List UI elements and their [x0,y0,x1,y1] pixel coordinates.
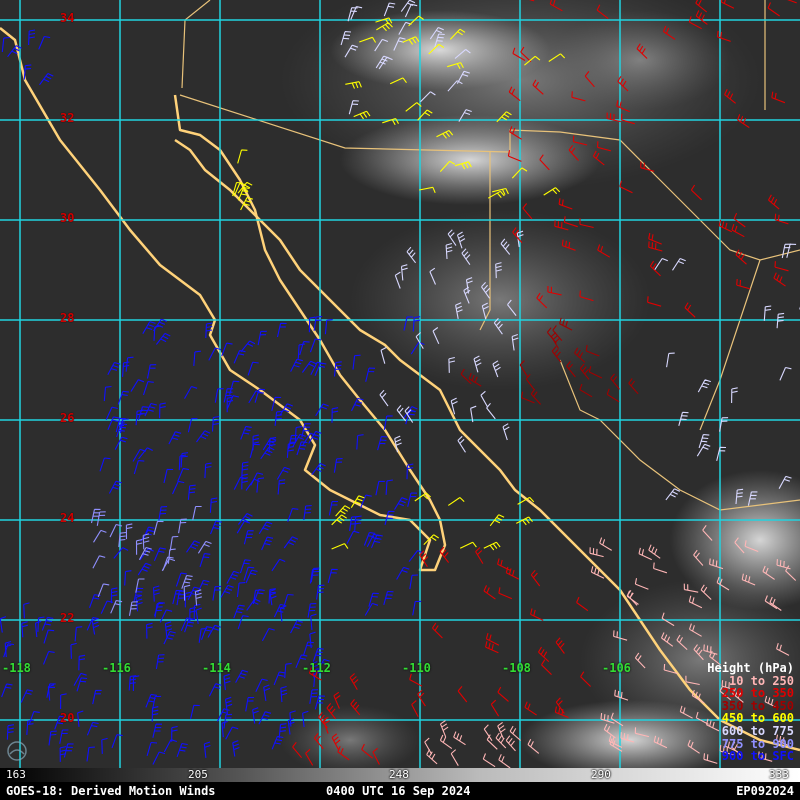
lat-label: 30 [60,211,75,225]
lat-label: 28 [60,311,75,325]
legend-entry: 900 to SFC [721,749,794,764]
height-legend: Height (hPa) 10 to 250 250 to 350 350 to… [707,662,794,763]
colorbar-tick: 290 [591,768,611,781]
satellite-map-viewer: 34 32 30 28 26 24 22 20 -118 -116 -114 -… [0,0,800,800]
noaa-logo-icon [7,741,27,761]
colorbar-tick: 333 [769,768,789,781]
lon-label: -108 [502,661,531,675]
lat-label: 26 [60,411,75,425]
lon-label: -112 [302,661,331,675]
lon-label: -118 [2,661,31,675]
lat-label: 32 [60,111,75,125]
image-footer: GOES-18: Derived Motion Winds 0400 UTC 1… [0,782,800,800]
satellite-wind-map [0,0,800,768]
legend-title: Height (hPa) [707,661,794,675]
lat-label: 24 [60,511,75,525]
storm-id: EP092024 [736,784,794,798]
colorbar-tick: 248 [389,768,409,781]
lat-label: 22 [60,611,75,625]
lon-label: -116 [102,661,131,675]
legend-entry: 250 to 350 [721,686,794,701]
colorbar-tick: 163 [6,768,26,781]
legend-entry: 600 to 775 [721,723,794,738]
lon-label: -114 [202,661,231,675]
colorbar-tick: 205 [188,768,208,781]
product-title: GOES-18: Derived Motion Winds [6,784,216,798]
lon-label: -110 [402,661,431,675]
lat-label: 34 [60,11,75,25]
valid-time: 0400 UTC 16 Sep 2024 [326,784,471,798]
lat-label: 20 [60,711,75,725]
lon-label: -106 [602,661,631,675]
